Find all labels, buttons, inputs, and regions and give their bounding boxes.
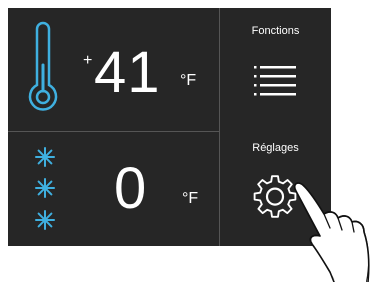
functions-button[interactable]: Fonctions (220, 8, 331, 131)
fridge-temp-sign: + (83, 52, 93, 69)
functions-label: Fonctions (251, 25, 300, 37)
freezer-temp-unit: °F (182, 190, 199, 207)
snowflake-icon (35, 178, 55, 198)
fridge-temperature-tile[interactable]: + 41 °F (8, 8, 219, 131)
settings-label: Réglages (252, 142, 299, 154)
freezer-temp-value: 0 (114, 156, 148, 221)
fridge-temp-value: 41 (94, 40, 161, 105)
fridge-temp-unit: °F (180, 72, 197, 89)
pointing-hand-icon (293, 182, 370, 282)
menu-lines-icon (254, 66, 296, 96)
freezer-temperature-tile[interactable]: 0 °F (8, 132, 219, 246)
snowflake-icon (35, 210, 55, 230)
snowflake-icon (35, 147, 55, 167)
thermometer-icon (28, 21, 58, 111)
